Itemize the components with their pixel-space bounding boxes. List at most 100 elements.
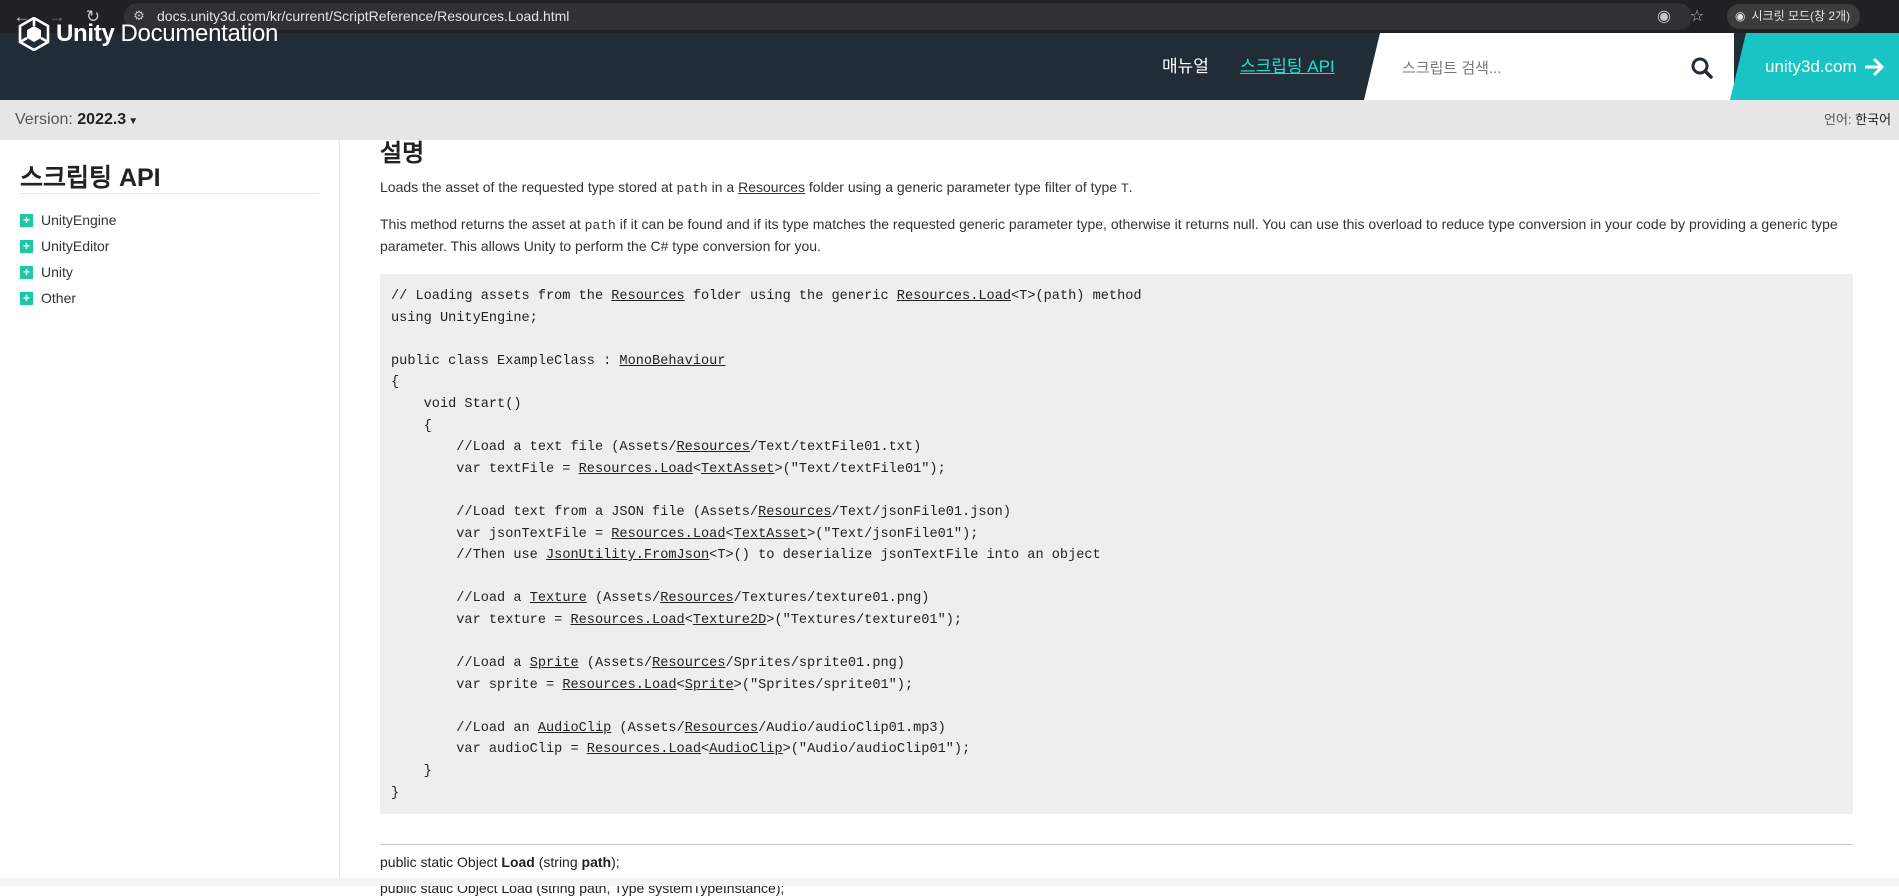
code-link[interactable]: Texture2D (693, 613, 766, 628)
code-link[interactable]: MonoBehaviour (619, 354, 725, 369)
sidebar-title: 스크립팅 API (20, 164, 161, 192)
code-link[interactable]: Sprite (530, 656, 579, 671)
resources-link[interactable]: Resources (738, 179, 805, 195)
code-link[interactable]: Resources (660, 591, 733, 606)
code-link[interactable]: Resources.Load (897, 289, 1011, 304)
version-value: 2022.3 (77, 111, 127, 128)
sidebar-item-label: Unity (41, 264, 73, 280)
eye-off-icon[interactable]: ◉ (1653, 0, 1675, 33)
code-line: var jsonTextFile = Resources.Load<TextAs… (391, 526, 979, 542)
code-link[interactable]: Resources.Load (570, 613, 684, 628)
language-value: 한국어 (1855, 112, 1892, 127)
code-link[interactable]: Resources.Load (611, 527, 725, 542)
page-bottom-edge (0, 878, 1899, 886)
inline-code: T (1120, 181, 1129, 196)
code-link[interactable]: AudioClip (709, 742, 782, 757)
text: folder using a generic parameter type fi… (805, 179, 1121, 195)
code-link[interactable]: Resources (611, 289, 684, 304)
code-block: // Loading assets from the Resources fol… (380, 274, 1853, 816)
unity3d-link-label: unity3d.com (1765, 57, 1857, 76)
version-label: Version: (15, 111, 73, 128)
code-line: var texture = Resources.Load<Texture2D>(… (391, 612, 963, 628)
code-link[interactable]: AudioClip (538, 721, 611, 736)
code-link[interactable]: Resources.Load (579, 462, 693, 477)
logo-title: Documentation (120, 20, 279, 47)
text: Loads the asset of the requested type st… (380, 179, 677, 195)
search-input[interactable] (1400, 55, 1684, 81)
code-link[interactable]: Resources (685, 721, 758, 736)
code-example: // Loading assets from the Resources fol… (380, 274, 1853, 814)
sidebar-item-other[interactable]: + Other (20, 288, 76, 308)
expand-plus-icon[interactable]: + (20, 239, 33, 253)
expand-plus-icon[interactable]: + (20, 291, 33, 305)
text: public static Object (380, 854, 502, 870)
sidebar-item-label: Other (41, 290, 77, 306)
unity3d-link[interactable]: unity3d.com (1730, 33, 1899, 100)
code-link[interactable]: Resources (652, 656, 725, 671)
incognito-badge[interactable]: ◉ 시크릿 모드(창 2개) (1727, 4, 1861, 29)
logo-brand: Unity (56, 20, 115, 47)
method-name: Load (501, 854, 535, 870)
caret-down-icon: ▼ (128, 116, 139, 127)
code-line: var sprite = Resources.Load<Sprite>("Spr… (391, 677, 914, 693)
text: ); (611, 854, 620, 870)
description-paragraph-2: This method returns the asset at path if… (380, 214, 1853, 257)
code-link[interactable]: Sprite (685, 678, 734, 693)
expand-plus-icon[interactable]: + (20, 265, 33, 279)
sidebar-item-unity[interactable]: + Unity (20, 262, 73, 282)
inline-code: path (584, 218, 616, 233)
code-line: using UnityEngine; (391, 310, 538, 326)
version-bar: Version: 2022.3 ▼ 언어: 한국어 (0, 100, 1899, 140)
language-label: 언어: (1824, 112, 1852, 127)
code-line: public class ExampleClass : MonoBehaviou… (391, 353, 726, 369)
code-link[interactable]: Resources (758, 505, 831, 520)
inline-code: path (676, 181, 708, 196)
code-line: // Loading assets from the Resources fol… (391, 289, 1142, 304)
signature-divider (380, 844, 1853, 845)
code-link[interactable]: Texture (530, 591, 587, 606)
code-link[interactable]: Resources (677, 440, 750, 455)
code-link[interactable]: TextAsset (701, 462, 774, 477)
sidebar-item-unityeditor[interactable]: + UnityEditor (20, 236, 109, 256)
code-line: //Load a Texture (Assets/Resources/Textu… (391, 591, 930, 607)
sidebar-item-unityengine[interactable]: + UnityEngine (20, 210, 117, 230)
sidebar-item-label: UnityEngine (41, 212, 117, 228)
search-icon[interactable] (1690, 56, 1714, 80)
code-line: //Load text from a JSON file (Assets/Res… (391, 504, 1011, 520)
code-line: { (391, 418, 432, 434)
code-line: //Then use JsonUtility.FromJson<T>() to … (391, 548, 1101, 564)
text: This method returns the asset at (380, 216, 585, 232)
sidebar-item-label: UnityEditor (41, 238, 110, 254)
code-line: //Load a Sprite (Assets/Resources/Sprite… (391, 656, 905, 672)
code-line: void Start() (391, 396, 522, 412)
code-line: { (391, 375, 400, 391)
code-link[interactable]: Resources.Load (562, 678, 676, 693)
code-line: } (391, 785, 400, 801)
version-selector[interactable]: Version: 2022.3 ▼ (15, 100, 138, 142)
code-link[interactable]: TextAsset (734, 527, 807, 542)
param-name: path (581, 854, 612, 870)
unity-cube-icon (18, 17, 50, 51)
expand-plus-icon[interactable]: + (20, 213, 33, 227)
nav-manual[interactable]: 매뉴얼 (1162, 33, 1209, 100)
description-paragraph-1: Loads the asset of the requested type st… (380, 177, 1853, 199)
section-title: 설명 (380, 140, 425, 167)
browser-toolbar: ← → ↻ ⚙ docs.unity3d.com/kr/current/Scri… (0, 0, 1899, 33)
text: in a (707, 179, 739, 195)
nav-script-api[interactable]: 스크립팅 API (1240, 33, 1335, 100)
arrow-right-icon (1865, 57, 1885, 77)
code-line: var textFile = Resources.Load<TextAsset>… (391, 461, 946, 477)
language-selector[interactable]: 언어: 한국어 (1824, 100, 1891, 140)
bookmark-star-icon[interactable]: ☆ (1686, 0, 1708, 33)
unity-logo[interactable]: Unity Documentation (18, 17, 278, 51)
method-signature: public static Object Load (string path); (380, 854, 620, 870)
text: . (1128, 179, 1133, 195)
sidebar-divider (20, 193, 319, 194)
code-link[interactable]: Resources.Load (587, 742, 701, 757)
incognito-label: 시크릿 모드(창 2개) (1751, 9, 1851, 23)
text: (string (534, 854, 582, 870)
code-link[interactable]: JsonUtility.FromJson (546, 548, 709, 563)
code-line: //Load a text file (Assets/Resources/Tex… (391, 440, 922, 456)
incognito-icon: ◉ (1735, 9, 1746, 23)
code-line: //Load an AudioClip (Assets/Resources/Au… (391, 720, 946, 736)
